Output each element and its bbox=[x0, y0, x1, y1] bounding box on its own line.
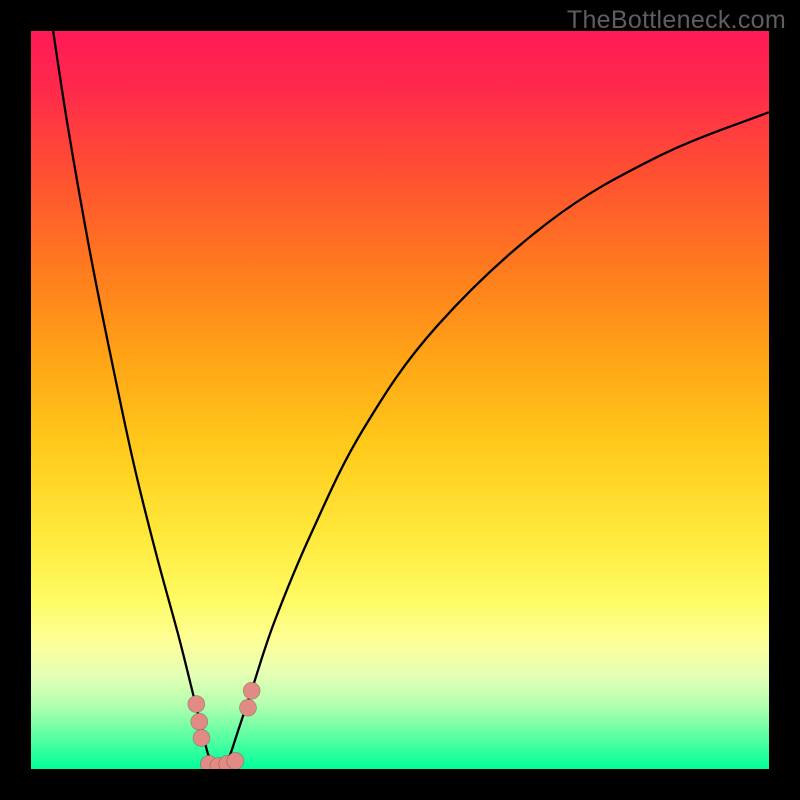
chart-frame: TheBottleneck.com bbox=[0, 0, 800, 800]
curve-layer bbox=[31, 31, 769, 769]
data-marker bbox=[227, 752, 244, 769]
data-marker bbox=[191, 713, 208, 730]
data-marker bbox=[243, 682, 260, 699]
data-marker bbox=[239, 699, 256, 716]
data-markers bbox=[188, 682, 260, 769]
watermark-text: TheBottleneck.com bbox=[567, 6, 786, 35]
bottleneck-curve bbox=[53, 31, 769, 769]
data-marker bbox=[193, 730, 210, 747]
data-marker bbox=[188, 696, 205, 713]
plot-area bbox=[31, 31, 769, 769]
